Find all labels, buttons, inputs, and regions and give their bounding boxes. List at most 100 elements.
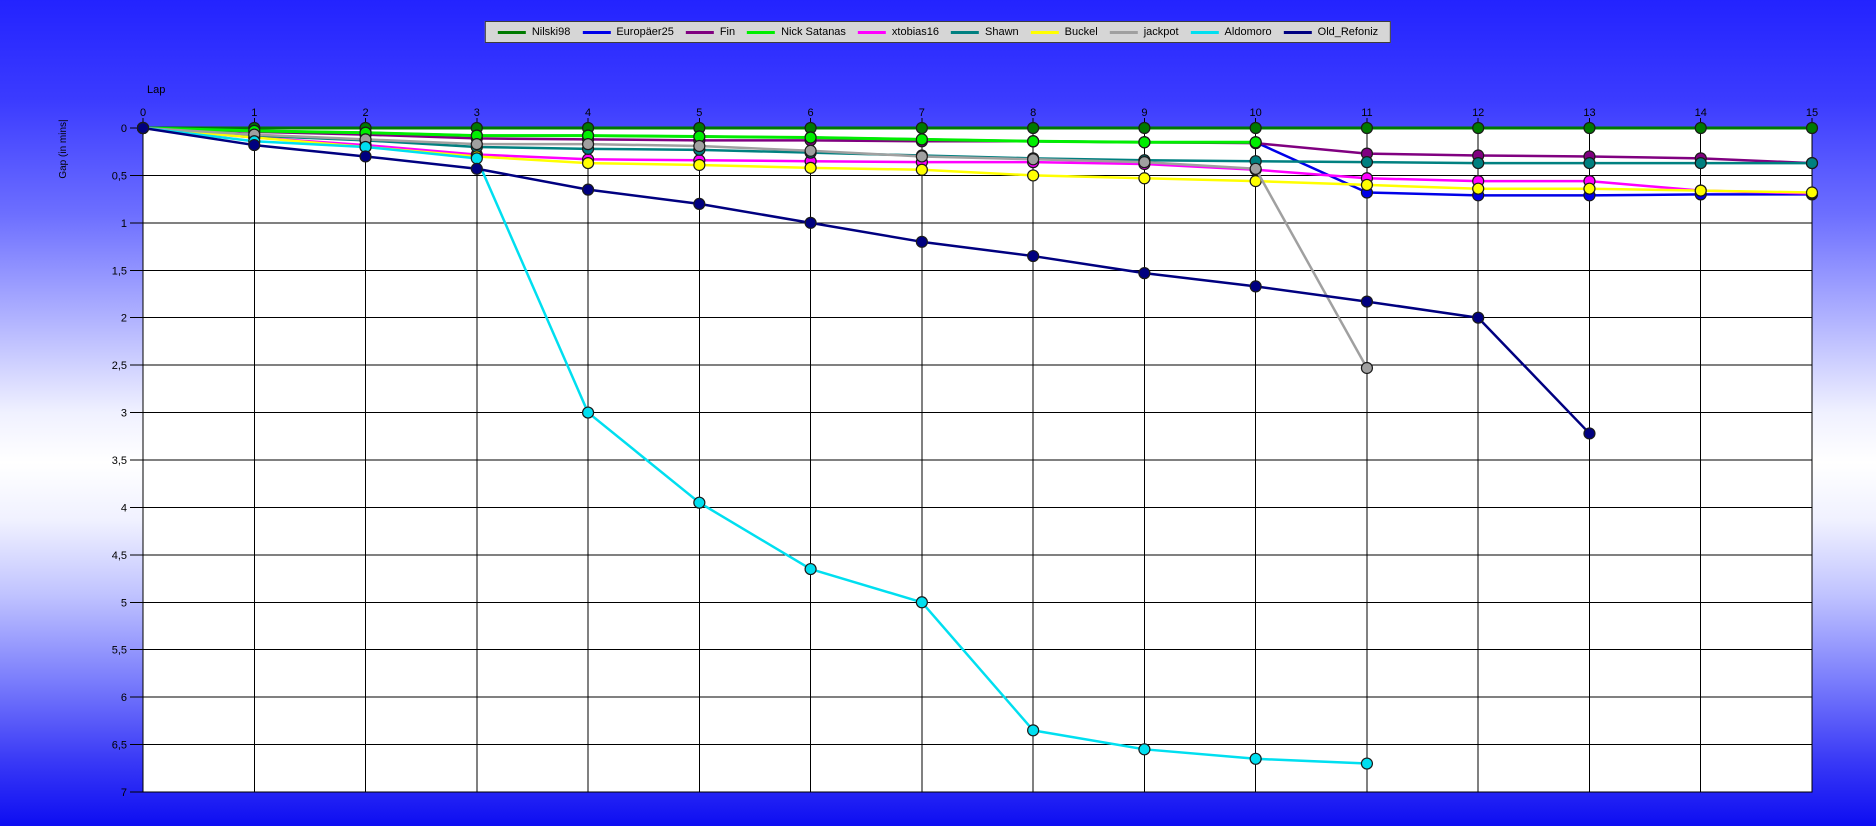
x-tick-label: 12: [1472, 107, 1484, 119]
data-point-old_refoniz-lap-13: [1583, 427, 1596, 440]
y-tick-label: 3: [121, 408, 127, 420]
data-point-nilski98-lap-7: [915, 121, 928, 135]
legend-swatch: [857, 30, 886, 34]
data-point-old_refoniz-lap-2: [359, 150, 372, 163]
x-tick-label: 9: [1141, 107, 1147, 119]
y-tick-label: 1,5: [112, 265, 127, 277]
data-point-nilski98-lap-9: [1138, 121, 1151, 135]
x-tick-label: 2: [362, 107, 368, 119]
data-point-jackpot-lap-10: [1249, 162, 1262, 175]
data-point-jackpot-lap-5: [693, 139, 706, 153]
data-point-aldomoro-lap-10: [1249, 752, 1262, 765]
data-point-buckel-lap-5: [693, 158, 706, 172]
legend-item-shawn: Shawn: [951, 26, 1019, 38]
data-point-nick-satanas-lap-8: [1027, 135, 1040, 148]
data-point-aldomoro-lap-3: [470, 152, 483, 165]
data-point-nilski98-lap-8: [1027, 121, 1040, 135]
data-point-nilski98-lap-14: [1694, 121, 1707, 135]
data-point-buckel-lap-9: [1138, 172, 1151, 185]
data-point-nilski98-lap-13: [1583, 121, 1596, 135]
data-point-aldomoro-lap-4: [581, 406, 595, 419]
y-tick-label: 0,5: [112, 170, 127, 182]
legend-label: Buckel: [1064, 26, 1098, 38]
legend-swatch: [1030, 30, 1059, 34]
x-tick-label: 14: [1695, 107, 1707, 119]
data-point-buckel-lap-12: [1472, 182, 1485, 195]
data-point-old_refoniz-lap-7: [915, 235, 928, 248]
data-point-shawn-lap-15: [1805, 156, 1819, 170]
legend-label: xtobias16: [891, 26, 940, 38]
y-tick-label: 2: [121, 313, 127, 325]
data-point-nick-satanas-lap-7: [915, 133, 928, 146]
legend-label: Europäer25: [616, 26, 674, 38]
x-axis-title: Lap: [147, 84, 165, 96]
data-point-jackpot-lap-9: [1138, 156, 1151, 169]
gap-line-chart: Lap Gap (in mins| 0 1 2 3 4 5 6 7 8 9 10 11 12 13 14 15…: [58, 84, 1819, 799]
data-point-shawn-lap-14: [1694, 156, 1707, 170]
x-tick-label: 10: [1250, 107, 1262, 119]
legend-label: Fin: [719, 26, 736, 38]
x-tick-label: 5: [696, 107, 702, 119]
x-tick-label: 15: [1806, 107, 1818, 119]
legend-swatch: [497, 30, 526, 34]
data-point-old_refoniz-lap-4: [581, 183, 595, 196]
data-point-buckel-lap-14: [1694, 184, 1707, 197]
legend-item-xtobias16: xtobias16: [857, 26, 940, 38]
legend-label: Nick Satanas: [781, 26, 846, 38]
legend-item-jackpot: jackpot: [1109, 26, 1179, 38]
legend-label: Aldomoro: [1224, 26, 1272, 38]
y-tick-label: 6: [121, 692, 127, 704]
data-point-old_refoniz-lap-1: [248, 138, 261, 152]
data-point-nick-satanas-lap-10: [1249, 136, 1262, 149]
data-point-buckel-lap-4: [581, 156, 595, 170]
x-tick-label: 3: [474, 107, 480, 119]
legend-item-nilski98: Nilski98: [497, 26, 571, 38]
x-tick-label: 8: [1030, 107, 1036, 119]
y-tick-label: 4,5: [112, 550, 127, 562]
x-tick-label: 1: [251, 107, 257, 119]
data-point-aldomoro-lap-7: [915, 596, 928, 609]
data-point-nick-satanas-lap-9: [1138, 136, 1151, 149]
data-point-buckel-lap-15: [1805, 186, 1819, 199]
y-tick-label: 2,5: [112, 360, 127, 372]
y-tick-label: 6,5: [112, 740, 127, 752]
data-point-buckel-lap-13: [1583, 182, 1596, 195]
y-tick-label: 3,5: [112, 455, 127, 467]
data-point-shawn-lap-12: [1472, 156, 1485, 170]
y-axis-title: Gap (in mins|: [58, 119, 69, 178]
y-tick-label: 0: [121, 123, 127, 135]
page-background: Nilski98 Europäer25 Fin Nick Satanas xtobias…: [0, 0, 1876, 826]
data-point-buckel-lap-7: [915, 163, 928, 176]
data-point-old_refoniz-lap-9: [1138, 267, 1151, 280]
legend-item-old_refoniz: Old_Refoniz: [1283, 26, 1378, 38]
data-point-old_refoniz-lap-5: [693, 197, 706, 210]
data-point-shawn-lap-11: [1360, 156, 1374, 169]
data-point-jackpot-lap-3: [470, 138, 483, 151]
legend-label: Shawn: [985, 26, 1019, 38]
y-tick-label: 5,5: [112, 645, 127, 657]
data-point-jackpot-lap-8: [1027, 153, 1040, 166]
data-point-old_refoniz-lap-0: [136, 121, 150, 135]
data-point-jackpot-lap-11: [1360, 361, 1374, 375]
y-tick-label: 4: [121, 502, 127, 514]
y-tick-label: 7: [121, 787, 127, 799]
legend-swatch: [1109, 30, 1138, 34]
data-point-nilski98-lap-10: [1249, 121, 1262, 135]
data-point-old_refoniz-lap-8: [1027, 249, 1040, 263]
legend-swatch: [1190, 30, 1219, 34]
legend-item-europäer25: Europäer25: [582, 26, 674, 38]
data-point-aldomoro-lap-9: [1138, 743, 1151, 756]
x-tick-label: 6: [808, 107, 814, 119]
data-point-jackpot-lap-7: [915, 150, 928, 163]
data-point-aldomoro-lap-6: [804, 562, 817, 576]
data-point-old_refoniz-lap-6: [804, 216, 817, 229]
x-tick-label: 0: [140, 107, 146, 119]
legend-label: Nilski98: [531, 26, 571, 38]
data-point-old_refoniz-lap-12: [1472, 311, 1485, 324]
y-tick-label: 1: [121, 218, 127, 230]
legend-swatch: [1283, 30, 1312, 34]
data-point-old_refoniz-lap-3: [470, 162, 483, 175]
data-point-jackpot-lap-4: [581, 138, 595, 151]
data-point-aldomoro-lap-11: [1360, 757, 1374, 770]
legend-item-nick-satanas: Nick Satanas: [747, 26, 846, 38]
